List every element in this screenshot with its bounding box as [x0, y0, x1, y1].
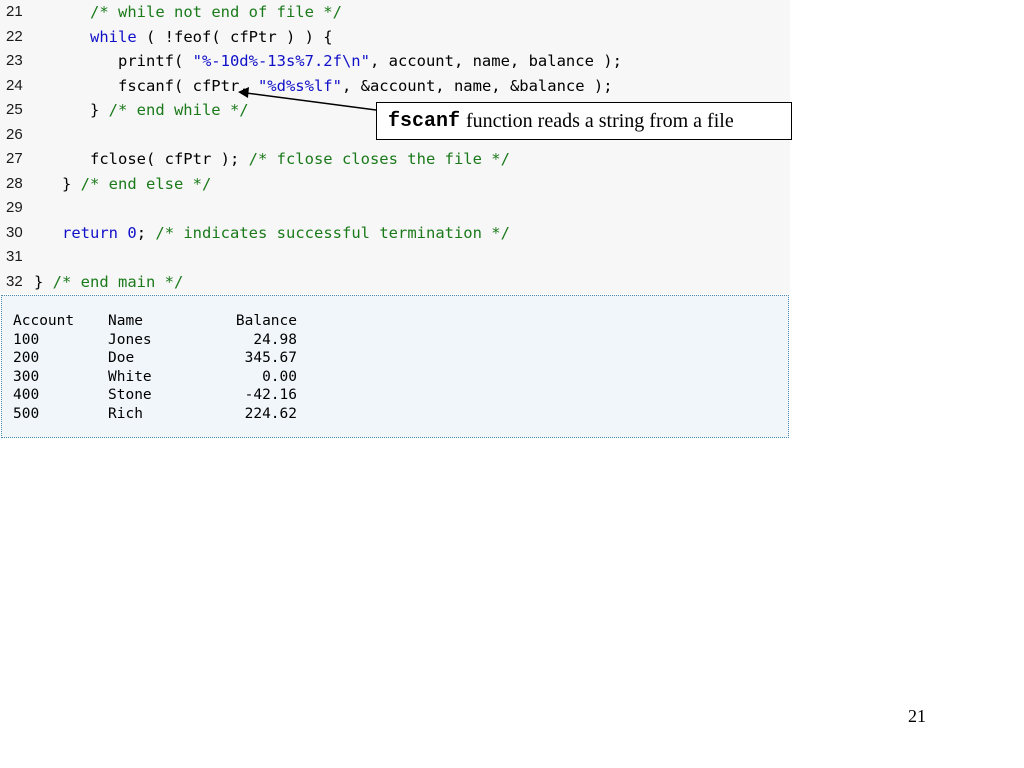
code-text: } /* end else */: [34, 172, 211, 196]
line-number: 28: [6, 174, 23, 192]
header-account: Account: [13, 313, 75, 329]
code-token: /* end else */: [80, 174, 212, 193]
code-line: 28 } /* end else */: [0, 172, 790, 196]
cell-account: 400: [13, 387, 40, 403]
line-number: 29: [6, 199, 23, 216]
cell-balance: 0.00: [262, 368, 297, 385]
cell-balance: 224.62: [244, 405, 297, 422]
code-text: } /* end while */: [34, 98, 249, 122]
line-number: 25: [6, 101, 23, 118]
code-token: return: [62, 223, 118, 242]
program-output: Account Name Balance 100 Jones 24.98 200 Doe…: [1, 295, 789, 438]
code-token: ;: [136, 223, 156, 242]
code-text: fclose( cfPtr ); /* fclose closes the fi…: [34, 147, 510, 171]
code-line: 22 while ( !feof( cfPtr ) ) {: [0, 25, 790, 49]
line-number: 31: [6, 248, 23, 265]
code-token: /* end main */: [52, 272, 184, 291]
page-number: 21: [908, 706, 926, 726]
code-token: "%-10d%-13s%7.2f\n": [192, 52, 370, 70]
cell-account: 100: [13, 331, 40, 348]
code-text: /* while not end of file */: [34, 0, 342, 24]
code-token: printf(: [34, 52, 193, 70]
code-line: 31: [0, 245, 790, 269]
code-text: while ( !feof( cfPtr ) ) {: [34, 25, 333, 49]
code-token: /* end while */: [108, 101, 249, 119]
code-token: /* fclose closes the file */: [248, 150, 510, 168]
code-text: return 0; /* indicates successful termin…: [34, 221, 510, 245]
line-number: 26: [6, 125, 23, 143]
code-token: fclose( cfPtr );: [34, 150, 249, 168]
code-token: /* while not end of file */: [90, 3, 342, 21]
code-token: }: [34, 272, 53, 291]
cell-name: Jones: [108, 331, 152, 348]
code-text: fscanf( cfPtr, "%d%s%lf", &account, name…: [34, 74, 613, 98]
code-token: while: [90, 27, 137, 46]
callout-code-word: fscanf: [388, 109, 461, 133]
code-line: 32} /* end main */: [0, 270, 790, 294]
code-line: 29: [0, 196, 790, 220]
table-row: 300 White 0.00: [13, 368, 297, 387]
cell-name: White: [108, 368, 152, 385]
line-number: 23: [6, 52, 23, 69]
cell-account: 500: [13, 405, 40, 422]
line-number: 22: [6, 27, 23, 45]
cell-account: 300: [13, 368, 40, 385]
table-row: 100 Jones 24.98: [13, 331, 297, 350]
code-token: }: [34, 174, 81, 193]
line-number: 30: [6, 223, 23, 241]
cell-name: Stone: [108, 387, 152, 403]
cell-balance: 24.98: [253, 331, 297, 348]
code-token: /* indicates successful termination */: [155, 223, 510, 242]
code-token: "%d%s%lf": [257, 76, 342, 95]
header-name: Name: [108, 313, 143, 329]
cell-balance: -42.16: [244, 387, 297, 403]
line-number: 27: [6, 150, 23, 167]
code-line: 21 /* while not end of file */: [0, 0, 790, 24]
code-text: } /* end main */: [34, 270, 183, 294]
fscanf-callout: fscanf function reads a string from a fi…: [376, 102, 792, 140]
code-token: , account, name, balance );: [369, 52, 622, 70]
output-table: Account Name Balance 100 Jones 24.98 200 Doe…: [13, 312, 297, 423]
line-number: 21: [6, 3, 23, 20]
header-balance: Balance: [235, 313, 297, 329]
table-row: 200 Doe 345.67: [13, 349, 297, 368]
code-line: 24 fscanf( cfPtr, "%d%s%lf", &account, n…: [0, 74, 790, 98]
output-header-row: Account Name Balance: [13, 312, 297, 331]
code-token: , &account, name, &balance );: [341, 76, 613, 95]
callout-text: function reads a string from a file: [466, 109, 734, 132]
code-token: fscanf( cfPtr,: [34, 76, 258, 95]
cell-balance: 345.67: [244, 350, 297, 366]
table-row: 500 Rich 224.62: [13, 405, 297, 424]
line-number: 32: [6, 272, 23, 290]
line-number: 24: [6, 76, 23, 94]
cell-name: Rich: [108, 405, 143, 422]
cell-name: Doe: [108, 350, 135, 366]
code-line: 30 return 0; /* indicates successful ter…: [0, 221, 790, 245]
code-line: 27 fclose( cfPtr ); /* fclose closes the…: [0, 147, 790, 171]
code-token: ( !feof( cfPtr ) ) {: [136, 27, 333, 46]
code-text: printf( "%-10d%-13s%7.2f\n", account, na…: [34, 49, 622, 73]
code-listing: 21 /* while not end of file */22 while (…: [0, 0, 790, 294]
code-token: 0: [127, 223, 137, 242]
code-token: }: [34, 101, 109, 119]
cell-account: 200: [13, 350, 40, 366]
table-row: 400 Stone -42.16: [13, 386, 297, 405]
code-line: 23 printf( "%-10d%-13s%7.2f\n", account,…: [0, 49, 790, 73]
